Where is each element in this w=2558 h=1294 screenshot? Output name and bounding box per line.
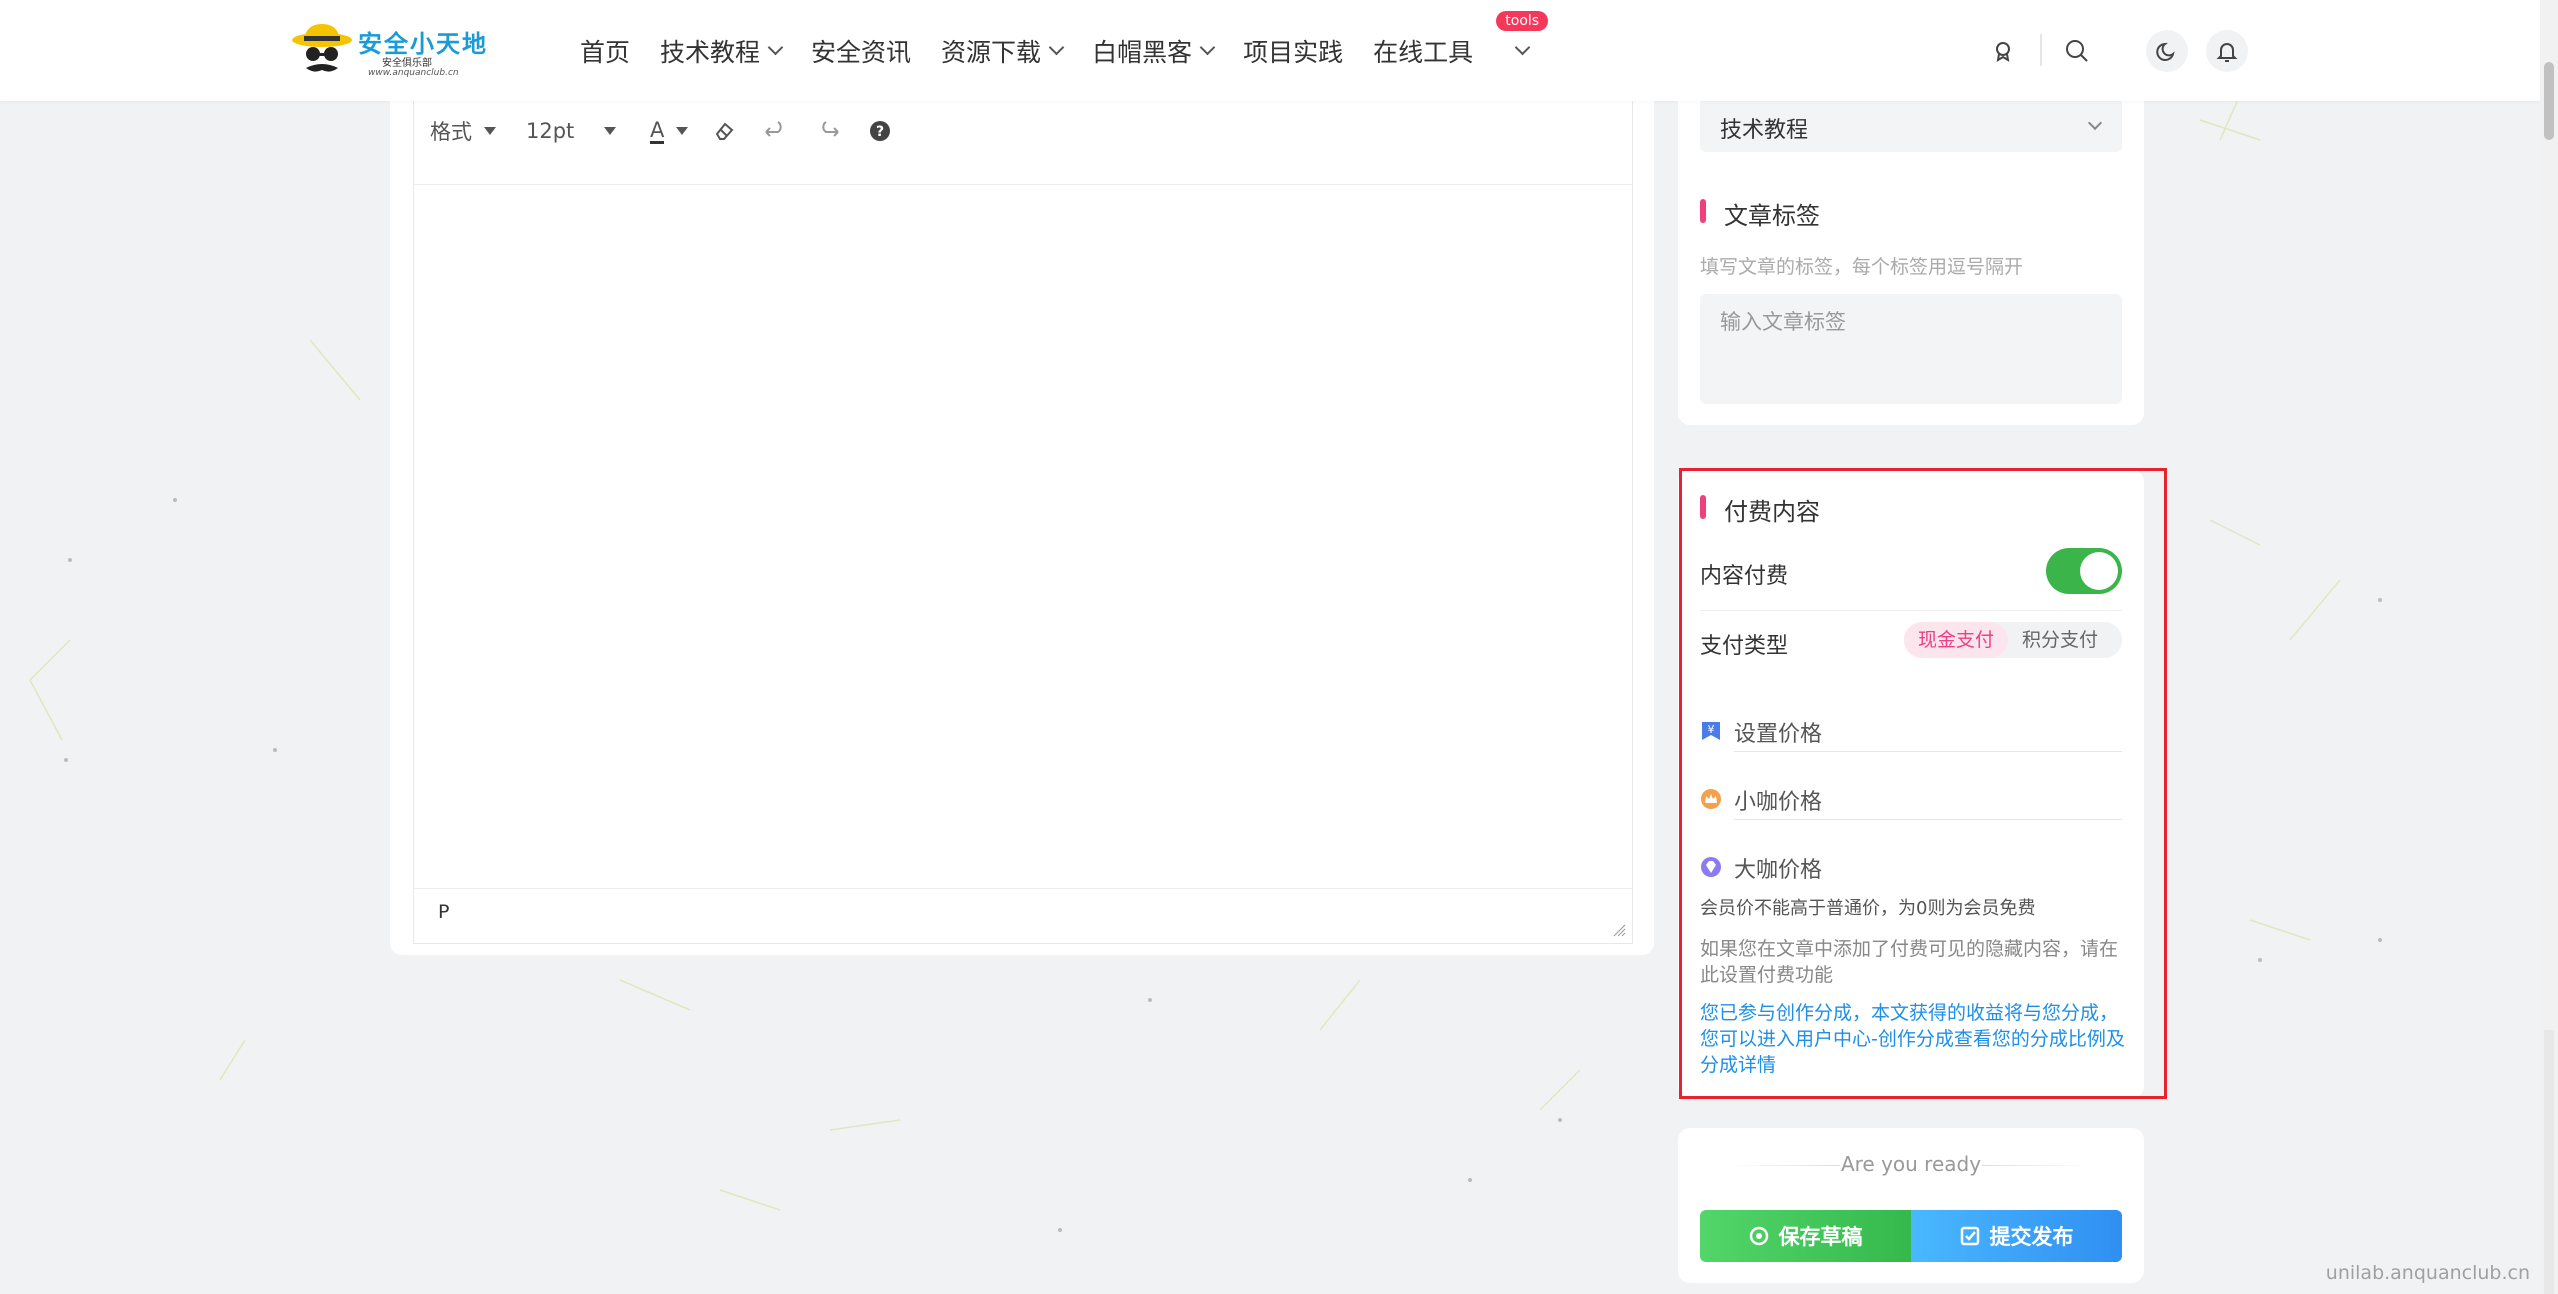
svg-text:¥: ¥	[1708, 723, 1715, 736]
pay-type-label: 支付类型	[1700, 634, 1789, 659]
font-color-button[interactable]: A	[640, 113, 698, 150]
nav-label: 在线工具	[1373, 37, 1474, 67]
nav-item-news[interactable]: 安全资讯	[811, 33, 911, 69]
tags-hint: 填写文章的标签，每个标签用逗号隔开	[1700, 256, 2024, 278]
save-draft-button[interactable]: 保存草稿	[1700, 1210, 1911, 1262]
save-draft-label: 保存草稿	[1778, 1225, 1863, 1249]
chevron-down-icon	[1514, 39, 1531, 56]
yen-ticket-icon: ¥	[1702, 722, 1720, 740]
logo-url: www.anquanclub.cn	[368, 68, 459, 78]
circle-dot-icon	[1749, 1226, 1768, 1246]
vip2-price-label: 大咖价格	[1734, 858, 1823, 883]
vip1-price-label: 小咖价格	[1734, 790, 1823, 815]
nav-label: 安全资讯	[811, 37, 912, 67]
font-color-icon: A	[650, 117, 665, 144]
editor-status-bar: P	[414, 888, 1632, 943]
top-header: 安全小天地 安全俱乐部 www.anquanclub.cn 首页 技术教程 安全…	[0, 0, 2540, 101]
editor-card: 格式 12pt A ? P	[390, 60, 1654, 955]
header-separator	[2040, 34, 2042, 66]
submit-card: Are you ready 保存草稿 提交发布	[1678, 1128, 2144, 1283]
watermark: unilab.anquanclub.cn	[2325, 1262, 2530, 1284]
pay-content-card: 付费内容 内容付费 支付类型 现金支付 积分支付 ¥ 设置价格 小咖价格 大咖价…	[1678, 470, 2144, 1098]
nav-item-projects[interactable]: 项目实践	[1243, 33, 1343, 69]
price-label: 设置价格	[1734, 722, 1823, 747]
divider	[1700, 610, 2122, 611]
format-label: 格式	[430, 120, 472, 144]
check-square-icon	[1960, 1226, 1979, 1246]
element-path[interactable]: P	[438, 901, 449, 923]
pay-type-segmented: 现金支付 积分支付	[1904, 622, 2122, 658]
vip2-price-field[interactable]: 大咖价格	[1700, 848, 2122, 888]
nav-item-home[interactable]: 首页	[580, 33, 630, 69]
site-logo[interactable]: 安全小天地 安全俱乐部 www.anquanclub.cn	[290, 20, 486, 82]
nav-item-hackers[interactable]: 白帽黑客	[1092, 33, 1216, 69]
nav-item-downloads[interactable]: 资源下载	[941, 33, 1065, 69]
undo-icon[interactable]	[758, 113, 794, 149]
diamond-icon	[1701, 857, 1721, 877]
price-field[interactable]: ¥ 设置价格	[1700, 712, 2122, 752]
member-price-note: 会员价不能高于普通价，为0则为会员免费	[1700, 898, 2036, 919]
hidden-content-note: 如果您在文章中添加了付费可见的隐藏内容，请在此设置付费功能	[1700, 938, 2119, 986]
font-size-value: 12pt	[526, 119, 575, 143]
pay-type-points[interactable]: 积分支付	[2008, 622, 2112, 658]
caret-down-icon	[484, 127, 496, 135]
nav-label: 首页	[580, 37, 631, 67]
logo-subtitle: 安全俱乐部	[382, 58, 432, 69]
pay-toggle-label: 内容付费	[1700, 564, 1789, 589]
pay-title: 付费内容	[1700, 492, 1820, 527]
rich-text-editor: 格式 12pt A ? P	[413, 100, 1633, 944]
editor-content-area[interactable]	[414, 184, 1632, 889]
caret-down-icon	[676, 127, 689, 135]
format-select[interactable]: 格式	[420, 110, 506, 152]
moon-icon[interactable]	[2146, 30, 2188, 72]
page-scrollbar[interactable]	[2540, 0, 2558, 1294]
publish-label: 提交发布	[1989, 1225, 2074, 1249]
scrollbar-track	[2544, 1030, 2554, 1294]
vip1-price-field[interactable]: 小咖价格	[1700, 780, 2122, 820]
input-underline	[1734, 751, 2122, 752]
crown-icon	[1701, 789, 1721, 809]
publish-button[interactable]: 提交发布	[1911, 1210, 2122, 1262]
tags-card: 技术教程 文章标签 填写文章的标签，每个标签用逗号隔开	[1678, 60, 2144, 425]
tags-title: 文章标签	[1700, 196, 1820, 231]
font-size-select[interactable]: 12pt	[516, 113, 626, 149]
svg-text:?: ?	[876, 124, 884, 140]
toggle-knob	[2080, 552, 2118, 590]
logo-hat-icon	[292, 24, 352, 72]
editor-toolbar: 格式 12pt A ?	[414, 101, 1632, 161]
nav-label: 项目实践	[1243, 37, 1344, 67]
input-underline	[1734, 819, 2122, 820]
nav-label: 技术教程	[660, 37, 761, 67]
redo-icon[interactable]	[810, 113, 846, 149]
revenue-share-note[interactable]: 您已参与创作分成，本文获得的收益将与您分成，您可以进入用户中心-创作分成查看您的…	[1700, 1000, 2130, 1078]
chevron-down-icon	[1048, 39, 1065, 56]
tools-badge: tools	[1496, 10, 1549, 31]
ready-text: Are you ready	[1678, 1152, 2144, 1176]
tags-input[interactable]	[1700, 294, 2122, 404]
scrollbar-thumb[interactable]	[2544, 62, 2554, 140]
chevron-down-icon	[1199, 39, 1216, 56]
nav-label: 白帽黑客	[1092, 37, 1193, 67]
bell-icon[interactable]	[2206, 30, 2248, 72]
main-nav: 首页 技术教程 安全资讯 资源下载 白帽黑客 项目实践 在线工具 tools	[580, 0, 1558, 101]
caret-down-icon	[604, 127, 616, 135]
nav-label: 资源下载	[941, 37, 1042, 67]
badge-icon[interactable]	[1982, 30, 2024, 72]
pay-toggle[interactable]	[2046, 548, 2122, 594]
chevron-down-icon	[2087, 115, 2103, 131]
category-selected: 技术教程	[1720, 118, 1809, 143]
pay-type-cash[interactable]: 现金支付	[1904, 622, 2009, 658]
search-icon[interactable]	[2056, 30, 2098, 72]
eraser-icon[interactable]	[706, 113, 742, 149]
resize-grip-icon[interactable]	[1612, 923, 1626, 937]
nav-item-tools[interactable]: 在线工具 tools	[1373, 10, 1549, 69]
chevron-down-icon	[767, 39, 784, 56]
nav-item-tutorials[interactable]: 技术教程	[660, 33, 784, 69]
help-icon[interactable]: ?	[862, 113, 898, 149]
category-select[interactable]: 技术教程	[1700, 98, 2122, 152]
